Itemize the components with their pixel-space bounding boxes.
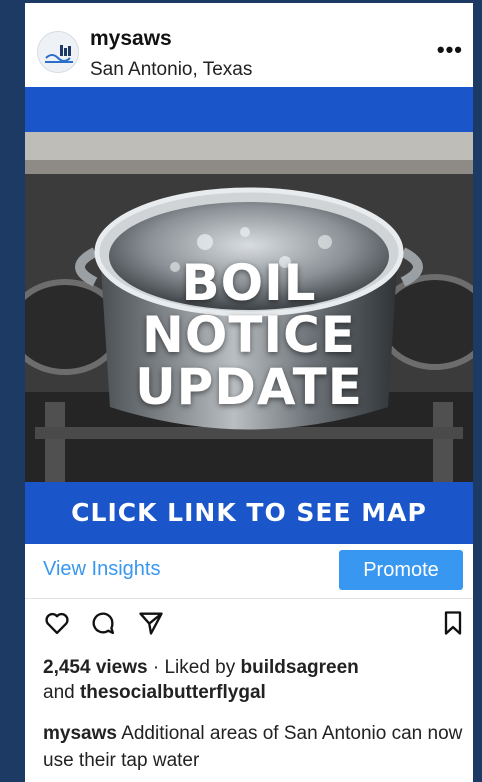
more-options-icon[interactable]: ••• bbox=[437, 37, 463, 63]
headline-line-2: NOTICE bbox=[142, 306, 356, 364]
liked-by-label: · Liked by bbox=[147, 657, 241, 678]
boil-notice-headline: BOIL NOTICE UPDATE bbox=[25, 257, 473, 413]
image-top-banner bbox=[25, 87, 473, 132]
instagram-post: mysaws San Antonio, Texas ••• BOIL NOTIC… bbox=[25, 3, 473, 782]
post-stats: 2,454 views · Liked by buildsagreen and … bbox=[43, 655, 463, 705]
post-caption: mysaws Additional areas of San Antonio c… bbox=[43, 720, 463, 774]
share-icon[interactable] bbox=[137, 609, 165, 637]
post-location[interactable]: San Antonio, Texas bbox=[90, 59, 252, 81]
and-label: and bbox=[43, 682, 75, 703]
avatar[interactable] bbox=[37, 31, 79, 73]
post-image[interactable]: BOIL NOTICE UPDATE CLICK LINK TO SEE MAP bbox=[25, 87, 473, 544]
headline-line-3: UPDATE bbox=[135, 358, 363, 416]
liker-username[interactable]: buildsagreen bbox=[241, 657, 359, 678]
heart-icon[interactable] bbox=[43, 609, 71, 637]
saws-logo-icon bbox=[38, 32, 78, 72]
liker-username[interactable]: thesocialbutterflygal bbox=[80, 682, 266, 703]
post-header: mysaws San Antonio, Texas ••• bbox=[25, 3, 473, 87]
insights-row: View Insights Promote bbox=[25, 544, 473, 599]
action-bar bbox=[25, 603, 473, 643]
comment-icon[interactable] bbox=[89, 609, 117, 637]
account-name[interactable]: mysaws bbox=[90, 27, 172, 51]
view-insights-link[interactable]: View Insights bbox=[43, 558, 160, 581]
headline-line-1: BOIL bbox=[181, 254, 317, 312]
view-count[interactable]: 2,454 views bbox=[43, 657, 148, 678]
boiling-pot-photo: BOIL NOTICE UPDATE bbox=[25, 132, 473, 482]
bookmark-icon[interactable] bbox=[439, 609, 467, 637]
promote-button[interactable]: Promote bbox=[339, 550, 463, 590]
click-link-banner: CLICK LINK TO SEE MAP bbox=[25, 482, 473, 544]
caption-username[interactable]: mysaws bbox=[43, 723, 117, 744]
